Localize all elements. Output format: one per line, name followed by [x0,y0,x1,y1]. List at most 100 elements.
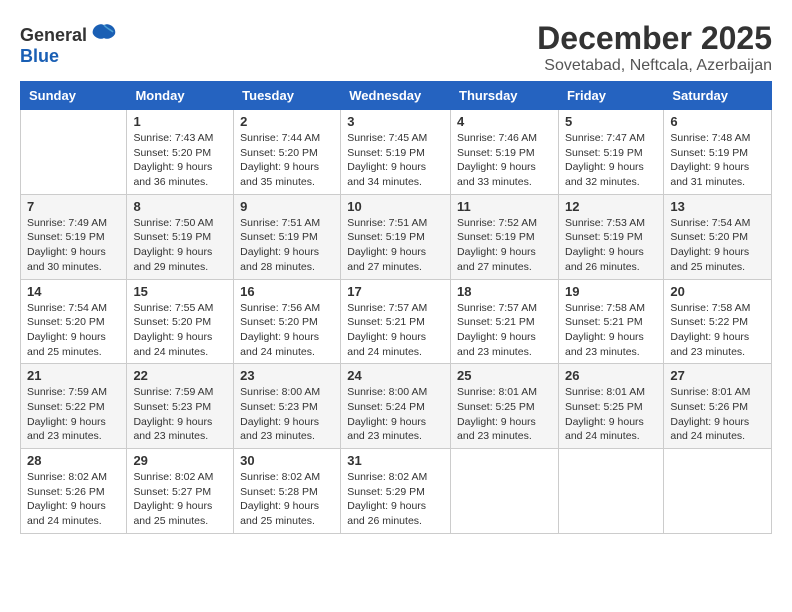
day-info: Sunrise: 7:55 AM Sunset: 5:20 PM Dayligh… [133,301,227,360]
day-header-tuesday: Tuesday [234,82,341,110]
calendar-cell: 27 Sunrise: 8:01 AM Sunset: 5:26 PM Dayli… [664,364,772,449]
day-header-thursday: Thursday [451,82,559,110]
day-info: Sunrise: 8:00 AM Sunset: 5:23 PM Dayligh… [240,385,334,444]
calendar-cell: 24 Sunrise: 8:00 AM Sunset: 5:24 PM Dayli… [341,364,451,449]
day-info: Sunrise: 8:01 AM Sunset: 5:25 PM Dayligh… [565,385,657,444]
calendar-cell: 7 Sunrise: 7:49 AM Sunset: 5:19 PM Daylig… [21,194,127,279]
calendar-cell: 23 Sunrise: 8:00 AM Sunset: 5:23 PM Dayli… [234,364,341,449]
day-info: Sunrise: 8:00 AM Sunset: 5:24 PM Dayligh… [347,385,444,444]
calendar-cell [558,449,663,534]
calendar-cell: 11 Sunrise: 7:52 AM Sunset: 5:19 PM Dayli… [451,194,559,279]
day-info: Sunrise: 7:58 AM Sunset: 5:21 PM Dayligh… [565,301,657,360]
page-header: General Blue December 2025 Sovetabad, Ne… [20,20,772,75]
day-info: Sunrise: 7:57 AM Sunset: 5:21 PM Dayligh… [457,301,552,360]
calendar-cell: 15 Sunrise: 7:55 AM Sunset: 5:20 PM Dayli… [127,279,234,364]
day-number: 3 [347,114,444,129]
day-info: Sunrise: 7:45 AM Sunset: 5:19 PM Dayligh… [347,131,444,190]
calendar-body: 1Sunrise: 7:43 AM Sunset: 5:20 PM Daylig… [21,110,772,534]
day-header-saturday: Saturday [664,82,772,110]
calendar-cell: 12Sunrise: 7:53 AM Sunset: 5:19 PM Dayli… [558,194,663,279]
calendar-cell: 25Sunrise: 8:01 AM Sunset: 5:25 PM Dayli… [451,364,559,449]
day-info: Sunrise: 7:44 AM Sunset: 5:20 PM Dayligh… [240,131,334,190]
day-number: 2 [240,114,334,129]
calendar-week-row: 28 Sunrise: 8:02 AM Sunset: 5:26 PM Dayli… [21,449,772,534]
calendar-cell: 20 Sunrise: 7:58 AM Sunset: 5:22 PM Dayli… [664,279,772,364]
day-info: Sunrise: 7:46 AM Sunset: 5:19 PM Dayligh… [457,131,552,190]
calendar-header-row: SundayMondayTuesdayWednesdayThursdayFrid… [21,82,772,110]
calendar-cell: 22Sunrise: 7:59 AM Sunset: 5:23 PM Dayli… [127,364,234,449]
day-number: 4 [457,114,552,129]
day-number: 24 [347,368,444,383]
day-number: 9 [240,199,334,214]
day-number: 20 [670,284,765,299]
day-number: 13 [670,199,765,214]
day-info: Sunrise: 8:01 AM Sunset: 5:26 PM Dayligh… [670,385,765,444]
day-info: Sunrise: 8:02 AM Sunset: 5:29 PM Dayligh… [347,470,444,529]
month-title: December 2025 [537,20,772,57]
calendar-cell: 13 Sunrise: 7:54 AM Sunset: 5:20 PM Dayli… [664,194,772,279]
day-number: 21 [27,368,120,383]
day-info: Sunrise: 7:54 AM Sunset: 5:20 PM Dayligh… [670,216,765,275]
day-number: 16 [240,284,334,299]
day-header-sunday: Sunday [21,82,127,110]
title-section: December 2025 Sovetabad, Neftcala, Azerb… [537,20,772,75]
calendar-cell: 19 Sunrise: 7:58 AM Sunset: 5:21 PM Dayli… [558,279,663,364]
day-number: 19 [565,284,657,299]
calendar-cell: 6 Sunrise: 7:48 AM Sunset: 5:19 PM Daylig… [664,110,772,195]
day-info: Sunrise: 7:47 AM Sunset: 5:19 PM Dayligh… [565,131,657,190]
calendar-cell: 2 Sunrise: 7:44 AM Sunset: 5:20 PM Daylig… [234,110,341,195]
calendar-cell [21,110,127,195]
logo: General Blue [20,20,119,67]
calendar-cell: 28 Sunrise: 8:02 AM Sunset: 5:26 PM Dayli… [21,449,127,534]
day-number: 14 [27,284,120,299]
day-number: 22 [133,368,227,383]
calendar-cell [451,449,559,534]
day-number: 28 [27,453,120,468]
calendar-table: SundayMondayTuesdayWednesdayThursdayFrid… [20,81,772,534]
day-header-monday: Monday [127,82,234,110]
day-info: Sunrise: 7:49 AM Sunset: 5:19 PM Dayligh… [27,216,120,275]
day-number: 7 [27,199,120,214]
calendar-cell: 18 Sunrise: 7:57 AM Sunset: 5:21 PM Dayli… [451,279,559,364]
day-number: 1 [133,114,227,129]
day-number: 30 [240,453,334,468]
day-info: Sunrise: 7:51 AM Sunset: 5:19 PM Dayligh… [347,216,444,275]
calendar-week-row: 21Sunrise: 7:59 AM Sunset: 5:22 PM Dayli… [21,364,772,449]
calendar-cell: 4 Sunrise: 7:46 AM Sunset: 5:19 PM Daylig… [451,110,559,195]
calendar-cell: 16Sunrise: 7:56 AM Sunset: 5:20 PM Dayli… [234,279,341,364]
day-number: 15 [133,284,227,299]
day-info: Sunrise: 7:58 AM Sunset: 5:22 PM Dayligh… [670,301,765,360]
calendar-cell: 21Sunrise: 7:59 AM Sunset: 5:22 PM Dayli… [21,364,127,449]
day-number: 11 [457,199,552,214]
calendar-cell: 5 Sunrise: 7:47 AM Sunset: 5:19 PM Daylig… [558,110,663,195]
calendar-week-row: 7 Sunrise: 7:49 AM Sunset: 5:19 PM Daylig… [21,194,772,279]
day-number: 5 [565,114,657,129]
calendar-cell: 9Sunrise: 7:51 AM Sunset: 5:19 PM Daylig… [234,194,341,279]
calendar-cell: 10 Sunrise: 7:51 AM Sunset: 5:19 PM Dayli… [341,194,451,279]
day-header-friday: Friday [558,82,663,110]
day-info: Sunrise: 8:02 AM Sunset: 5:28 PM Dayligh… [240,470,334,529]
day-number: 6 [670,114,765,129]
calendar-cell: 29 Sunrise: 8:02 AM Sunset: 5:27 PM Dayli… [127,449,234,534]
logo-general: General [20,25,87,46]
calendar-week-row: 14Sunrise: 7:54 AM Sunset: 5:20 PM Dayli… [21,279,772,364]
day-info: Sunrise: 8:02 AM Sunset: 5:26 PM Dayligh… [27,470,120,529]
day-number: 10 [347,199,444,214]
day-info: Sunrise: 7:53 AM Sunset: 5:19 PM Dayligh… [565,216,657,275]
day-number: 29 [133,453,227,468]
calendar-cell [664,449,772,534]
calendar-cell: 17Sunrise: 7:57 AM Sunset: 5:21 PM Dayli… [341,279,451,364]
day-info: Sunrise: 7:48 AM Sunset: 5:19 PM Dayligh… [670,131,765,190]
day-number: 27 [670,368,765,383]
day-number: 17 [347,284,444,299]
day-number: 26 [565,368,657,383]
day-number: 25 [457,368,552,383]
day-info: Sunrise: 7:52 AM Sunset: 5:19 PM Dayligh… [457,216,552,275]
day-info: Sunrise: 8:02 AM Sunset: 5:27 PM Dayligh… [133,470,227,529]
day-number: 31 [347,453,444,468]
day-number: 23 [240,368,334,383]
day-number: 18 [457,284,552,299]
logo-bird-icon [89,20,119,50]
calendar-week-row: 1Sunrise: 7:43 AM Sunset: 5:20 PM Daylig… [21,110,772,195]
calendar-cell: 3 Sunrise: 7:45 AM Sunset: 5:19 PM Daylig… [341,110,451,195]
